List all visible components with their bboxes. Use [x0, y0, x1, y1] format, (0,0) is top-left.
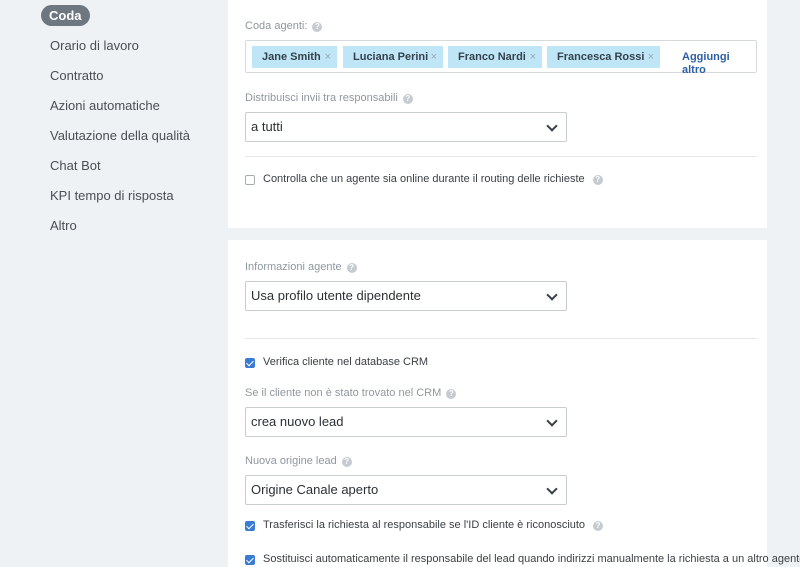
not-found-label: Se il cliente non è stato trovato nel CR… [245, 387, 457, 400]
sidebar-item-kpi-tempo-risposta[interactable]: KPI tempo di risposta [50, 188, 174, 204]
sidebar-item-orario-di-lavoro[interactable]: Orario di lavoro [50, 38, 139, 54]
transfer-check-label: Trasferisci la richiesta al responsabile… [263, 519, 586, 531]
section-divider [245, 156, 757, 157]
agent-tag: Franco Nardi × [448, 46, 542, 68]
agent-info-label-text: Informazioni agente [245, 261, 342, 273]
agent-tag-label: Luciana Perini [353, 51, 429, 63]
chevron-down-icon [546, 289, 558, 301]
not-found-select-value: crea nuovo lead [251, 414, 344, 429]
section-divider [245, 338, 757, 339]
queue-agents-label-text: Coda agenti: [245, 20, 308, 32]
queue-agents-label: Coda agenti: ? [245, 20, 323, 33]
crm-check-row: Verifica cliente nel database CRM [245, 356, 428, 369]
remove-agent-icon[interactable]: × [530, 46, 536, 68]
online-check-label: Controlla che un agente sia online duran… [263, 173, 585, 185]
distribute-select-value: a tutti [251, 119, 283, 134]
online-check-checkbox[interactable] [245, 174, 255, 185]
lead-source-select-value: Origine Canale aperto [251, 482, 379, 497]
replace-check-checkbox[interactable] [245, 554, 255, 565]
agent-tag-label: Franco Nardi [458, 51, 526, 63]
agent-tag-label: Jane Smith [262, 51, 321, 63]
agent-queue-field[interactable]: Jane Smith × Luciana Perini × Franco Nar… [245, 40, 757, 76]
sidebar-item-valutazione-qualita[interactable]: Valutazione della qualità [50, 128, 190, 144]
remove-agent-icon[interactable]: × [648, 46, 654, 68]
replace-check-label: Sostituisci automaticamente il responsab… [263, 553, 800, 565]
help-icon[interactable]: ? [402, 93, 413, 104]
agent-tag: Jane Smith × [252, 46, 337, 68]
not-found-label-text: Se il cliente non è stato trovato nel CR… [245, 387, 442, 399]
chevron-down-icon [546, 120, 558, 132]
chevron-down-icon [546, 415, 558, 427]
agent-info-select[interactable]: Usa profilo utente dipendente [245, 281, 567, 311]
lead-source-label: Nuova origine lead ? [245, 455, 352, 468]
sidebar-item-altro[interactable]: Altro [50, 218, 77, 234]
sidebar-item-coda[interactable]: Coda [41, 5, 90, 26]
help-icon[interactable]: ? [592, 174, 603, 185]
transfer-check-row: Trasferisci la richiesta al responsabile… [245, 519, 604, 532]
agent-info-card: Informazioni agente ? Usa profilo utente… [228, 240, 800, 567]
queue-settings-card: Coda agenti: ? Jane Smith × Luciana Peri… [228, 0, 767, 228]
help-icon[interactable]: ? [593, 520, 604, 531]
distribute-select[interactable]: a tutti [245, 112, 567, 142]
lead-source-label-text: Nuova origine lead [245, 455, 337, 467]
online-check-row: Controlla che un agente sia online duran… [245, 173, 603, 186]
not-found-select[interactable]: crea nuovo lead [245, 407, 567, 437]
crm-check-checkbox[interactable] [245, 357, 255, 368]
agent-tag-label: Francesca Rossi [557, 51, 645, 63]
agent-tag: Luciana Perini × [343, 46, 443, 68]
distribute-label-text: Distribuisci invii tra responsabili [245, 92, 398, 104]
replace-check-row: Sostituisci automaticamente il responsab… [245, 553, 800, 566]
agent-info-select-value: Usa profilo utente dipendente [251, 288, 421, 303]
transfer-check-checkbox[interactable] [245, 520, 255, 531]
lead-source-select[interactable]: Origine Canale aperto [245, 475, 567, 505]
settings-sidebar: Coda Orario di lavoro Contratto Azioni a… [0, 0, 228, 567]
remove-agent-icon[interactable]: × [431, 46, 437, 68]
remove-agent-icon[interactable]: × [325, 46, 331, 68]
help-icon[interactable]: ? [341, 456, 352, 467]
sidebar-item-contratto[interactable]: Contratto [50, 68, 103, 84]
distribute-label: Distribuisci invii tra responsabili ? [245, 92, 413, 105]
help-icon[interactable]: ? [312, 21, 323, 32]
crm-check-label: Verifica cliente nel database CRM [263, 356, 429, 368]
chevron-down-icon [546, 483, 558, 495]
agent-info-label: Informazioni agente ? [245, 261, 357, 274]
agent-tag: Francesca Rossi × [547, 46, 660, 68]
sidebar-item-azioni-automatiche[interactable]: Azioni automatiche [50, 98, 160, 114]
sidebar-item-chat-bot[interactable]: Chat Bot [50, 158, 101, 174]
help-icon[interactable]: ? [346, 262, 357, 273]
help-icon[interactable]: ? [446, 388, 457, 399]
add-agent-link[interactable]: Aggiungi altro [682, 51, 756, 77]
